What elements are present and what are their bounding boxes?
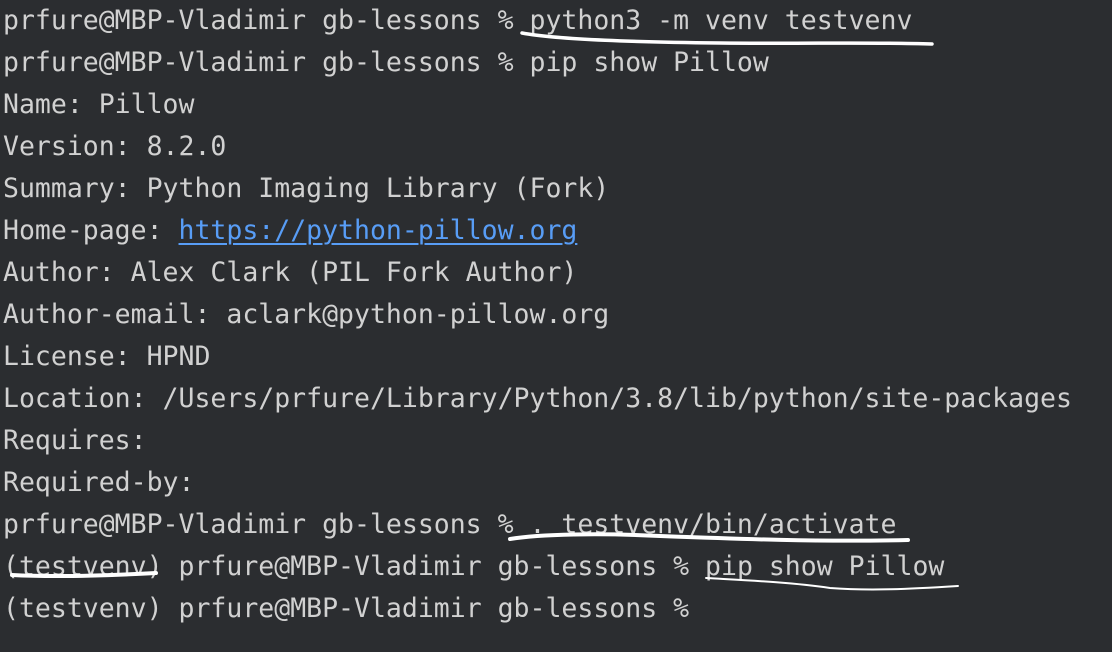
command-text: pip show Pillow bbox=[529, 47, 769, 78]
shell-prompt: prfure@MBP-Vladimir gb-lessons % bbox=[3, 509, 514, 540]
venv-indicator: (testvenv) bbox=[3, 551, 163, 582]
output-line: Home-page: https://python-pillow.org bbox=[3, 210, 577, 252]
homepage-label: Home-page: bbox=[3, 215, 163, 246]
terminal-window[interactable]: prfure@MBP-Vladimir gb-lessons % python3… bbox=[0, 0, 1112, 652]
terminal-line: (testvenv) prfure@MBP-Vladimir gb-lesson… bbox=[3, 588, 705, 630]
terminal-line: prfure@MBP-Vladimir gb-lessons % python3… bbox=[3, 0, 912, 42]
output-line: Summary: Python Imaging Library (Fork) bbox=[3, 173, 610, 204]
output-line: License: HPND bbox=[3, 341, 211, 372]
homepage-link[interactable]: https://python-pillow.org bbox=[179, 215, 578, 246]
shell-prompt: prfure@MBP-Vladimir gb-lessons % bbox=[178, 593, 690, 624]
terminal-line: (testvenv) prfure@MBP-Vladimir gb-lesson… bbox=[3, 546, 944, 588]
output-line: Requires: bbox=[3, 425, 147, 456]
venv-indicator: (testvenv) bbox=[3, 593, 163, 624]
shell-prompt: prfure@MBP-Vladimir gb-lessons % bbox=[3, 47, 514, 78]
terminal-line: prfure@MBP-Vladimir gb-lessons % pip sho… bbox=[3, 42, 769, 84]
output-line: Name: Pillow bbox=[3, 89, 195, 120]
command-text: pip show Pillow bbox=[705, 551, 945, 582]
output-line: Required-by: bbox=[3, 467, 195, 498]
shell-prompt: prfure@MBP-Vladimir gb-lessons % bbox=[3, 5, 514, 36]
shell-prompt: prfure@MBP-Vladimir gb-lessons % bbox=[178, 551, 690, 582]
terminal-line: prfure@MBP-Vladimir gb-lessons % . testv… bbox=[3, 504, 896, 546]
output-line: Author-email: aclark@python-pillow.org bbox=[3, 299, 610, 330]
command-text: python3 -m venv testvenv bbox=[529, 5, 913, 36]
command-text: . testvenv/bin/activate bbox=[529, 509, 897, 540]
output-line: Author: Alex Clark (PIL Fork Author) bbox=[3, 257, 578, 288]
output-line: Version: 8.2.0 bbox=[3, 131, 227, 162]
output-line: Location: /Users/prfure/Library/Python/3… bbox=[3, 383, 1072, 414]
